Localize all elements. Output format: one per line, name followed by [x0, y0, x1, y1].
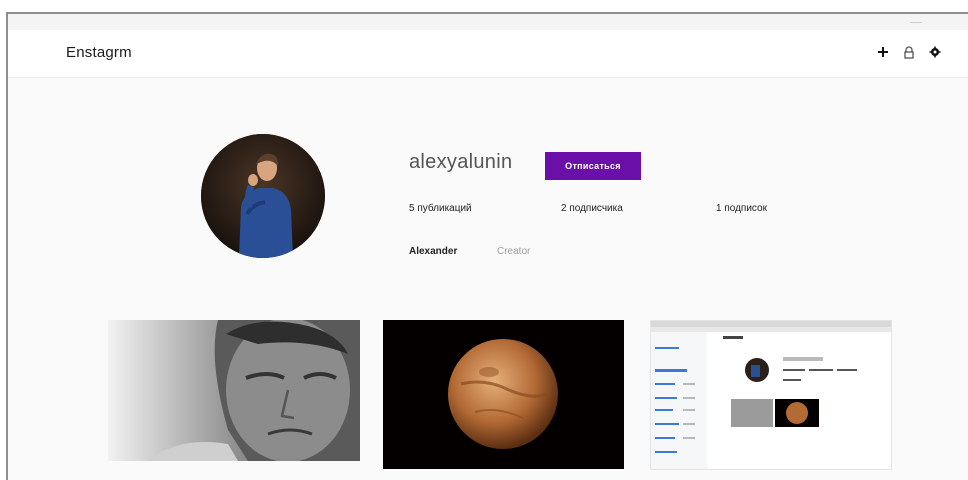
stat-followers[interactable]: 2 подписчика: [561, 203, 623, 214]
lock-icon[interactable]: [902, 43, 916, 61]
avatar[interactable]: [201, 134, 325, 258]
stat-posts: 5 публикаций: [409, 203, 472, 214]
post-thumbnail-screenshot[interactable]: [650, 320, 892, 470]
browser-frame: Enstagrm alexyalunin Отписаться 5 публик…: [6, 12, 968, 480]
profile-full-name: Alexander: [409, 246, 458, 257]
plus-icon[interactable]: [876, 43, 890, 61]
top-header: Enstagrm: [8, 30, 968, 78]
header-actions: [876, 43, 942, 61]
post-thumbnail-planet[interactable]: [383, 320, 624, 469]
stat-following[interactable]: 1 подписок: [716, 203, 767, 214]
window-top-strip: [8, 14, 968, 30]
profile-bio: Creator: [497, 246, 531, 257]
app-logo[interactable]: Enstagrm: [66, 44, 132, 61]
unfollow-button[interactable]: Отписаться: [545, 152, 641, 180]
profile-username: alexyalunin: [409, 151, 513, 173]
post-thumbnail-portrait[interactable]: [108, 320, 360, 461]
settings-icon[interactable]: [928, 43, 942, 61]
